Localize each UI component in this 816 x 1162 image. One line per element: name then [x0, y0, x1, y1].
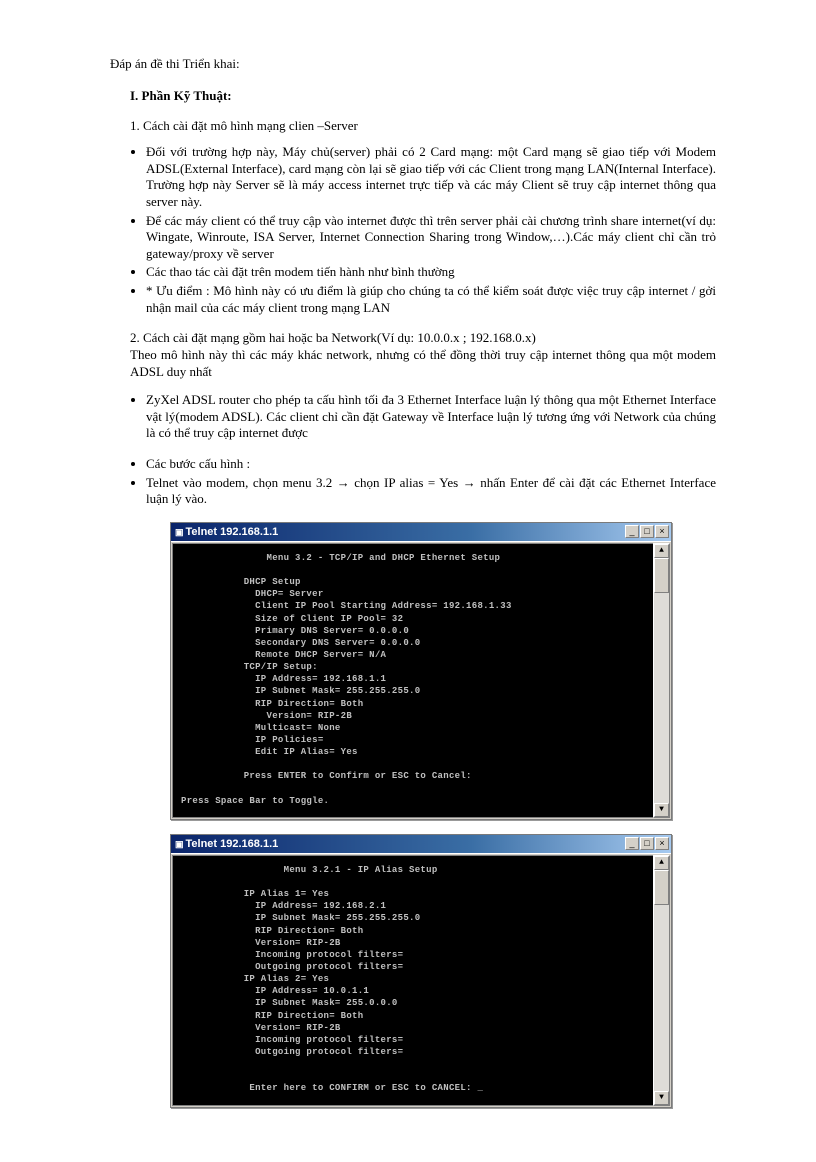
scroll-up-button[interactable]: ▲	[654, 856, 669, 870]
maximize-button[interactable]: □	[640, 525, 654, 538]
titlebar-text: ▣Telnet 192.168.1.1	[175, 526, 278, 538]
list-item: Để các máy client có thể truy cập vào in…	[146, 213, 716, 263]
item-1: 1. Cách cài đặt mô hình mạng clien –Serv…	[130, 118, 716, 134]
scrollbar[interactable]: ▲ ▼	[653, 543, 670, 818]
list-item: Telnet vào modem, chọn menu 3.2 → chọn I…	[146, 475, 716, 508]
item-2-line2: Theo mô hình này thì các máy khác networ…	[130, 347, 716, 380]
close-button[interactable]: ×	[655, 837, 669, 850]
scroll-track[interactable]	[654, 558, 669, 803]
scroll-thumb[interactable]	[654, 558, 669, 593]
bullet-list-1: Đối với trường hợp này, Máy chủ(server) …	[146, 144, 716, 316]
bullet-list-3: Các bước cấu hình : Telnet vào modem, ch…	[146, 456, 716, 508]
list-item: Các bước cấu hình :	[146, 456, 716, 473]
list-item: Các thao tác cài đặt trên modem tiến hàn…	[146, 264, 716, 281]
scroll-thumb[interactable]	[654, 870, 669, 905]
terminal-body: Menu 3.2 - TCP/IP and DHCP Ethernet Setu…	[171, 541, 671, 819]
terminal-body: Menu 3.2.1 - IP Alias Setup IP Alias 1= …	[171, 853, 671, 1107]
terminal-window-2: ▣Telnet 192.168.1.1 _ □ × Menu 3.2.1 - I…	[170, 834, 672, 1108]
list-item: Đối với trường hợp này, Máy chủ(server) …	[146, 144, 716, 211]
minimize-button[interactable]: _	[625, 525, 639, 538]
window-controls: _ □ ×	[625, 525, 669, 538]
scroll-down-button[interactable]: ▼	[654, 803, 669, 817]
titlebar[interactable]: ▣Telnet 192.168.1.1 _ □ ×	[171, 835, 671, 853]
document-page: Đáp án đề thi Triển khai: I. Phần Kỹ Thu…	[0, 0, 816, 1162]
minimize-button[interactable]: _	[625, 837, 639, 850]
section-heading: I. Phần Kỹ Thuật:	[130, 88, 716, 104]
maximize-button[interactable]: □	[640, 837, 654, 850]
scroll-up-button[interactable]: ▲	[654, 544, 669, 558]
cmd-icon: ▣	[175, 527, 184, 537]
scroll-down-button[interactable]: ▼	[654, 1091, 669, 1105]
titlebar[interactable]: ▣Telnet 192.168.1.1 _ □ ×	[171, 523, 671, 541]
scroll-track[interactable]	[654, 870, 669, 1091]
doc-header: Đáp án đề thi Triển khai:	[110, 56, 716, 72]
bullet-list-2: ZyXel ADSL router cho phép ta cấu hình t…	[146, 392, 716, 442]
cmd-icon: ▣	[175, 839, 184, 849]
list-item: * Ưu điểm : Mô hình này có ưu điểm là gi…	[146, 283, 716, 316]
scrollbar[interactable]: ▲ ▼	[653, 855, 670, 1106]
titlebar-text: ▣Telnet 192.168.1.1	[175, 838, 278, 850]
terminal-window-1: ▣Telnet 192.168.1.1 _ □ × Menu 3.2 - TCP…	[170, 522, 672, 820]
list-item: ZyXel ADSL router cho phép ta cấu hình t…	[146, 392, 716, 442]
window-controls: _ □ ×	[625, 837, 669, 850]
terminal-console[interactable]: Menu 3.2 - TCP/IP and DHCP Ethernet Setu…	[172, 543, 653, 818]
item-2-line1: 2. Cách cài đặt mạng gồm hai hoặc ba Net…	[130, 330, 716, 347]
close-button[interactable]: ×	[655, 525, 669, 538]
terminal-console[interactable]: Menu 3.2.1 - IP Alias Setup IP Alias 1= …	[172, 855, 653, 1106]
